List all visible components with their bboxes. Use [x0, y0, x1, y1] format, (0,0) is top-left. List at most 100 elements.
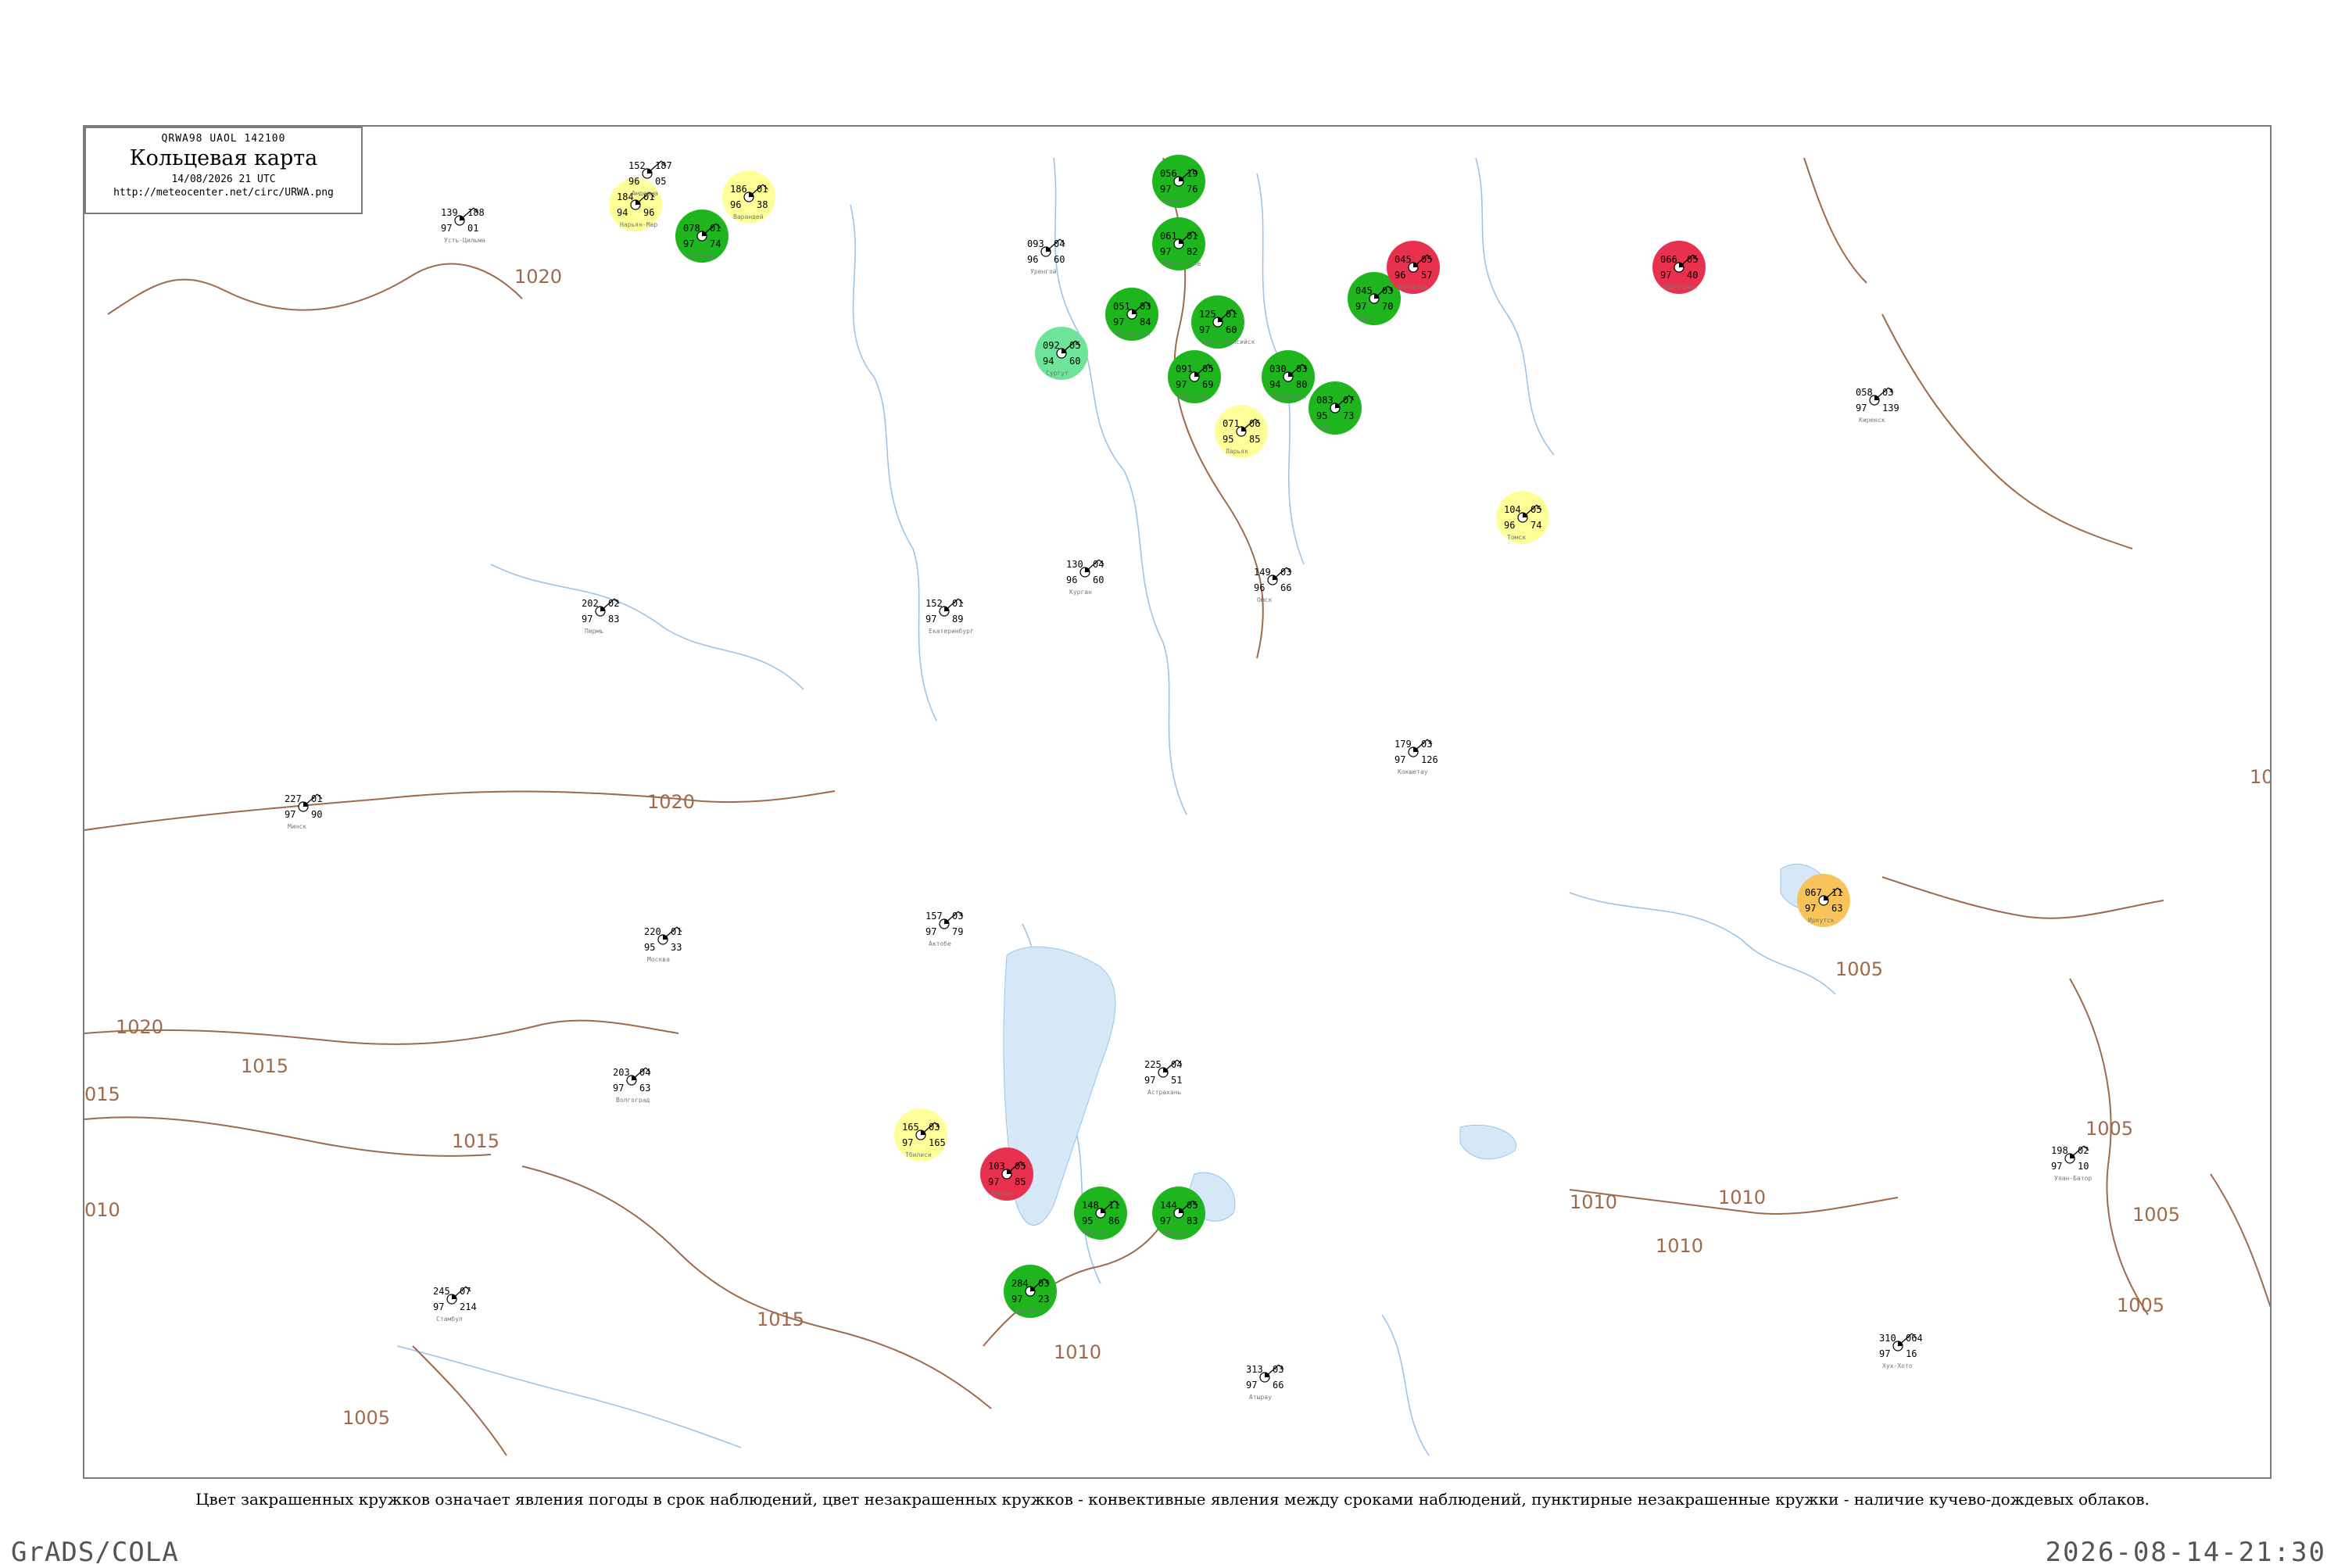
tendency-value: 70: [1382, 301, 1393, 312]
station-plot[interactable]: 313 97 03 66Атырау: [1246, 1364, 1283, 1401]
temperature-value: 149: [1254, 567, 1271, 578]
station-plot[interactable]: 092 94 05 60Сургут: [1035, 327, 1088, 380]
dewpoint-value: 94: [1043, 356, 1054, 367]
pressure-value: 06: [1249, 418, 1260, 429]
isobar-label: 1010: [1718, 1187, 1766, 1208]
map-url[interactable]: http://meteocenter.net/circ/URWA.png: [86, 187, 361, 199]
isobar-label: 1015: [452, 1130, 499, 1152]
tendency-value: 165: [929, 1137, 946, 1148]
temperature-value: 130: [1066, 559, 1083, 570]
tendency-value: 214: [460, 1301, 477, 1312]
isobar-label: 1020: [116, 1016, 163, 1038]
pressure-value: 03: [1421, 739, 1432, 750]
pressure-value: 01: [1226, 309, 1237, 320]
station-plot[interactable]: 149 96 03 66 Омск: [1254, 567, 1291, 603]
tendency-value: 33: [671, 942, 682, 953]
station-plot[interactable]: 030 94 03 80 Туруханск: [1262, 350, 1315, 403]
isobar-label: 100: [2250, 766, 2272, 788]
station-plot[interactable]: 186 96 01 38 Варандей: [722, 170, 775, 224]
tendency-value: 63: [639, 1083, 650, 1094]
station-plot[interactable]: 144 97 05 83Алматы: [1152, 1187, 1205, 1240]
station-plot[interactable]: 157 97 03 79Актобе: [925, 911, 963, 947]
temperature-value: 061: [1160, 231, 1177, 242]
station-plot[interactable]: 165 97 03 165 Тбилиси: [894, 1108, 947, 1162]
station-name: Ербогачен: [1663, 283, 1698, 291]
pressure-value: 05: [1421, 254, 1432, 265]
temperature-value: 045: [1355, 285, 1373, 296]
tendency-value: 57: [1421, 270, 1432, 281]
temperature-value: 203: [613, 1067, 630, 1078]
isobar-label: 1015: [241, 1055, 288, 1077]
station-plot[interactable]: 225 97 04 51 Астрахань: [1144, 1059, 1182, 1096]
tendency-value: 85: [1015, 1176, 1026, 1187]
station-plot[interactable]: 078 97 01 74 Салехард: [675, 209, 729, 263]
station-plot[interactable]: 198 97 02 10 Улан-Батор: [2051, 1145, 2092, 1182]
station-plot[interactable]: 148 95 11 86 Ташкент: [1074, 1187, 1127, 1240]
tendency-value: 05: [655, 176, 666, 187]
station-plot[interactable]: 104 96 05 74 Томск: [1496, 491, 1549, 544]
pressure-value: 11: [1108, 1200, 1119, 1211]
isobar-label: 1010: [1656, 1235, 1703, 1257]
station-plot[interactable]: 152 97 01 89 Екатеринбург: [925, 598, 974, 635]
station-plot[interactable]: 245 97 07 214 Стамбул: [433, 1286, 477, 1323]
tendency-value: 16: [1906, 1348, 1917, 1359]
station-plot[interactable]: 091 97 05 69 Березово: [1168, 350, 1221, 403]
station-name: Тарко-Сале: [1163, 260, 1201, 267]
dewpoint-value: 96: [1066, 575, 1077, 585]
dewpoint-value: 96: [1027, 254, 1038, 265]
isobar-label: 1015: [757, 1308, 804, 1330]
isobar-label: 1005: [1835, 958, 1883, 980]
pressure-value: 03: [929, 1122, 940, 1133]
temperature-value: 202: [582, 598, 599, 609]
station-plot[interactable]: 220 95 01 33Москва: [644, 926, 682, 963]
station-plot[interactable]: 139 97 188 01 Усть-Цильма: [441, 207, 485, 244]
station-plot[interactable]: 093 96 04 60 Уренгой: [1027, 238, 1065, 275]
temperature-value: 198: [2051, 1145, 2068, 1156]
station-plot[interactable]: 051 97 03 84 Тазовский: [1105, 288, 1158, 341]
station-plot[interactable]: 071 95 06 85Ларьяк: [1215, 405, 1268, 458]
station-plot[interactable]: 227 97 01 90 Минск: [285, 793, 322, 830]
pressure-value: 02: [2078, 1145, 2089, 1156]
pressure-value: 01: [952, 598, 963, 609]
station-plot[interactable]: 202 97 02 83 Пермь: [582, 598, 619, 635]
temperature-value: 078: [683, 223, 700, 234]
station-plot[interactable]: 045 96 05 57 Ванавара: [1387, 241, 1440, 294]
pressure-value: 07: [1343, 395, 1354, 406]
station-plot[interactable]: 103 97 05 85Ереван: [980, 1147, 1033, 1201]
dewpoint-value: 96: [1254, 582, 1265, 593]
dewpoint-value: 96: [730, 199, 741, 210]
station-name: Ларьяк: [1226, 448, 1248, 455]
pressure-value: 03: [1038, 1278, 1049, 1289]
station-plot[interactable]: 203 97 04 63 Волгоград: [613, 1067, 650, 1104]
station-plot[interactable]: 083 95 07 73 Бор: [1309, 381, 1362, 435]
station-plot[interactable]: 179 97 03 126 Кокшетау: [1394, 739, 1438, 775]
tendency-value: 80: [1296, 379, 1307, 390]
station-plot[interactable]: 125 97 01 60 Ханты-Мансийск: [1191, 295, 1255, 349]
station-name: Алматы: [1163, 1230, 1186, 1237]
dewpoint-value: 97: [1856, 403, 1867, 413]
station-plot[interactable]: 066 97 05 40 Ербогачен: [1652, 241, 1706, 294]
tendency-value: 63: [1831, 903, 1842, 914]
temperature-value: 152: [925, 598, 943, 609]
station-plot[interactable]: 284 97 03 23 Душанбе: [1004, 1265, 1057, 1318]
isobar-label: 1020: [514, 266, 562, 288]
station-plot[interactable]: 130 96 04 60Курган: [1066, 559, 1104, 596]
station-plot[interactable]: 058 97 03 139 Киренск: [1856, 387, 1899, 424]
station-name: Нарьян-Мар: [620, 221, 657, 228]
lakes: [1003, 864, 1830, 1226]
temperature-value: 186: [730, 184, 747, 195]
station-plot[interactable]: 061 97 01 82 Тарко-Сале: [1152, 217, 1205, 270]
station-plot[interactable]: 152 96 187 05 Амдерма: [628, 160, 672, 197]
dewpoint-value: 97: [988, 1176, 999, 1187]
station-plot[interactable]: 056 97 19 76 Надым: [1152, 155, 1205, 208]
tendency-value: 89: [952, 614, 963, 625]
station-plot[interactable]: 067 97 11 63 Иркутск: [1797, 874, 1850, 927]
footer-timestamp: 2026-08-14-21:30: [2045, 1537, 2326, 1568]
station-name: Стамбул: [436, 1315, 463, 1323]
station-plot[interactable]: 310 97 064 16 Хух-Хото: [1879, 1333, 1923, 1369]
pressure-value: 03: [1296, 363, 1307, 374]
tendency-value: 23: [1038, 1294, 1049, 1305]
pressure-value: 05: [1187, 1200, 1198, 1211]
pressure-value: 03: [1140, 301, 1151, 312]
pressure-value: 04: [639, 1067, 650, 1078]
